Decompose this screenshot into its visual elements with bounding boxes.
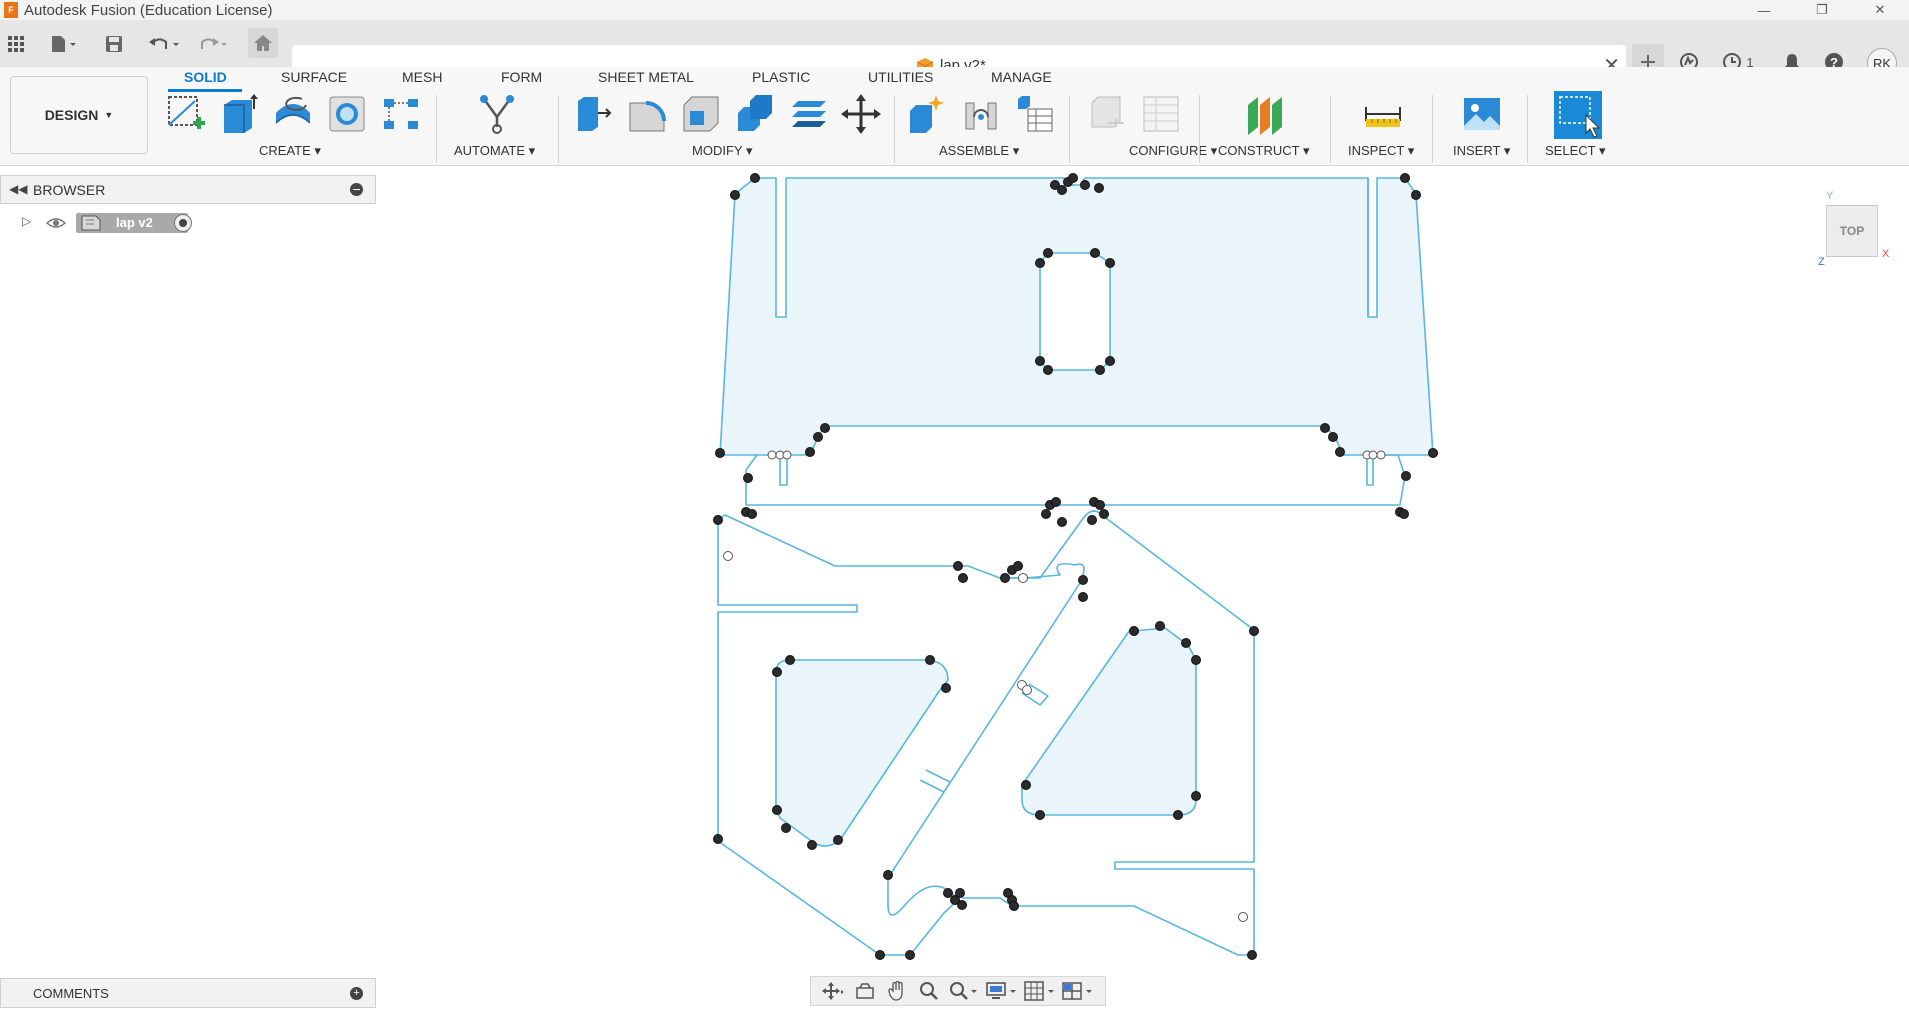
move-icon[interactable]	[840, 93, 882, 135]
separator	[436, 95, 437, 163]
measure-icon[interactable]	[1362, 93, 1404, 135]
navigation-bar	[810, 976, 1106, 1006]
modify-label: MODIFY	[692, 143, 743, 158]
orbit-icon[interactable]	[817, 979, 849, 1003]
title-bar: F Autodesk Fusion (Education License) — …	[0, 0, 1909, 20]
zoom-icon[interactable]	[913, 979, 945, 1003]
view-cube[interactable]: TOP	[1826, 205, 1878, 257]
select-group[interactable]: SELECT ▾	[1545, 143, 1605, 159]
grid-settings-icon[interactable]	[1021, 979, 1059, 1003]
home-icon[interactable]	[248, 28, 278, 58]
right-triangle-cutout[interactable]	[1021, 627, 1197, 816]
assemble-group[interactable]: ASSEMBLE ▾	[939, 143, 1019, 159]
tab-mesh[interactable]: MESH	[402, 69, 442, 85]
offset-face-icon[interactable]	[788, 93, 830, 135]
insert-image-icon[interactable]	[1461, 93, 1503, 135]
fillet-icon[interactable]	[626, 93, 668, 135]
fusion-logo-icon: F	[4, 2, 18, 18]
quick-access-bar: lap v2* ✕ 1 ? RK	[0, 20, 1909, 87]
undo-icon[interactable]	[144, 32, 184, 56]
create-group[interactable]: CREATE ▾	[259, 143, 321, 159]
minimize-icon[interactable]: —	[1735, 0, 1793, 20]
bill-of-materials-icon[interactable]	[1014, 93, 1056, 135]
offset-plane-icon[interactable]	[1244, 93, 1286, 135]
save-icon[interactable]	[102, 32, 126, 56]
extrude-icon[interactable]	[218, 93, 260, 135]
fit-zoom-icon[interactable]	[945, 979, 983, 1003]
inspect-group[interactable]: INSPECT ▾	[1348, 143, 1414, 159]
axis-z-label: Z	[1818, 256, 1825, 268]
insert-label: INSERT	[1453, 143, 1501, 158]
restore-icon[interactable]: ❐	[1793, 0, 1851, 20]
viewports-icon[interactable]	[1059, 979, 1097, 1003]
canvas-viewport[interactable]	[0, 167, 1909, 975]
toolbar-ribbon: DESIGN ▼ SOLID SURFACE MESH FORM SHEET M…	[0, 67, 1909, 166]
workspace-switcher[interactable]: DESIGN ▼	[10, 76, 148, 154]
automate-label: AUTOMATE	[454, 143, 526, 158]
tab-utilities[interactable]: UTILITIES	[868, 69, 933, 85]
close-window-icon[interactable]: ✕	[1851, 0, 1909, 20]
assemble-label: ASSEMBLE	[939, 143, 1010, 158]
select-window-icon[interactable]	[1554, 91, 1602, 139]
tab-plastic[interactable]: PLASTIC	[752, 69, 810, 85]
active-tab-indicator	[168, 89, 242, 92]
comments-title: COMMENTS	[33, 986, 109, 1001]
separator	[558, 95, 559, 163]
view-cube-face[interactable]: TOP	[1840, 224, 1864, 238]
comments-panel[interactable]: COMMENTS +	[0, 978, 376, 1008]
construct-label: CONSTRUCT	[1218, 143, 1300, 158]
workspace-label: DESIGN	[44, 107, 99, 123]
new-component-icon[interactable]	[906, 93, 948, 135]
tab-sheet-metal[interactable]: SHEET METAL	[598, 69, 694, 85]
app-grid-icon[interactable]	[4, 32, 28, 56]
revolve-icon[interactable]	[272, 93, 314, 135]
redo-icon[interactable]	[192, 32, 232, 56]
insert-group[interactable]: INSERT ▾	[1453, 143, 1510, 159]
automate-group[interactable]: AUTOMATE ▾	[454, 143, 535, 159]
hole-icon[interactable]	[326, 93, 368, 135]
middle-strip[interactable]	[745, 454, 1406, 506]
shell-icon[interactable]	[680, 93, 722, 135]
separator	[1330, 95, 1331, 163]
combine-icon[interactable]	[734, 93, 776, 135]
axis-x-label: X	[1882, 248, 1890, 260]
fusion-window: F Autodesk Fusion (Education License) — …	[0, 0, 1909, 1009]
separator	[1199, 95, 1200, 163]
window-title: Autodesk Fusion (Education License)	[24, 1, 273, 19]
configure-icon[interactable]	[1086, 93, 1128, 135]
modify-group[interactable]: MODIFY ▾	[692, 143, 752, 159]
pattern-icon[interactable]	[380, 93, 422, 135]
automate-icon[interactable]	[476, 93, 518, 135]
caret-down-icon: ▼	[104, 110, 114, 120]
inspect-label: INSPECT	[1348, 143, 1405, 158]
create-label: CREATE	[259, 143, 311, 158]
construct-group[interactable]: CONSTRUCT ▾	[1218, 143, 1310, 159]
press-pull-icon[interactable]	[572, 93, 614, 135]
add-comment-icon[interactable]: +	[350, 987, 363, 1000]
separator	[1069, 95, 1070, 163]
tab-manage[interactable]: MANAGE	[991, 69, 1052, 85]
create-sketch-icon[interactable]	[165, 93, 207, 135]
tab-surface[interactable]: SURFACE	[281, 69, 347, 85]
left-triangle-cutout[interactable]	[775, 659, 949, 847]
separator	[1432, 95, 1433, 163]
center-cutout[interactable]	[1039, 252, 1111, 371]
joint-icon[interactable]	[960, 93, 1002, 135]
configure-group[interactable]: CONFIGURE ▾	[1129, 143, 1217, 159]
display-settings-icon[interactable]	[983, 979, 1021, 1003]
tab-form[interactable]: FORM	[501, 69, 542, 85]
separator	[1527, 95, 1528, 163]
select-label: SELECT	[1545, 143, 1596, 158]
pan-hand-icon[interactable]	[881, 979, 913, 1003]
configuration-table-icon[interactable]	[1140, 93, 1182, 135]
tab-solid[interactable]: SOLID	[184, 69, 227, 85]
separator	[894, 95, 895, 163]
window-controls: — ❐ ✕	[1735, 0, 1909, 20]
axis-y-label: Y	[1826, 190, 1834, 202]
look-at-icon[interactable]	[849, 979, 881, 1003]
configure-label: CONFIGURE	[1129, 143, 1207, 158]
file-menu-icon[interactable]	[46, 32, 82, 56]
